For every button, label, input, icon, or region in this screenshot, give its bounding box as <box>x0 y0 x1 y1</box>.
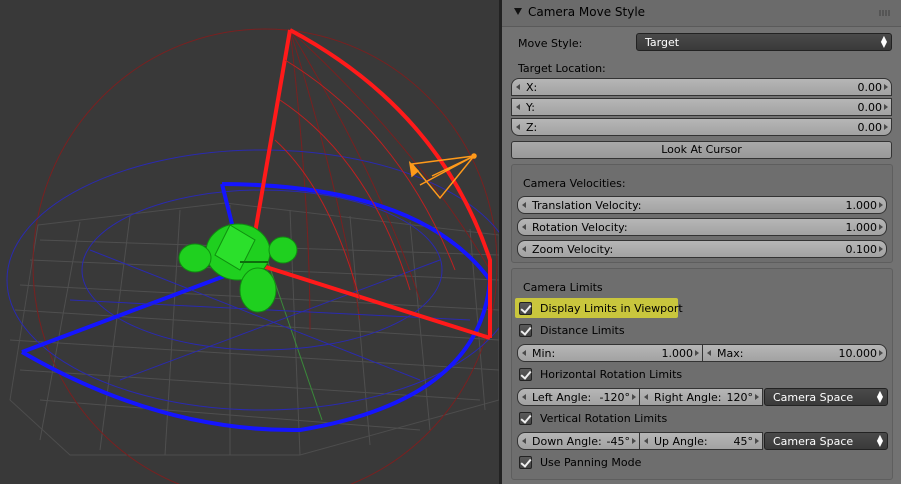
target-z-field[interactable]: Z: 0.00 <box>511 118 892 136</box>
decrement-arrow-icon[interactable] <box>522 224 526 230</box>
decrement-arrow-icon[interactable] <box>516 104 520 110</box>
drag-grip-icon[interactable] <box>879 10 891 16</box>
right-angle-label: Right Angle: <box>654 391 722 404</box>
updown-arrows-icon: ▲ ▼ <box>876 389 883 404</box>
panning-mode-label: Use Panning Mode <box>540 456 642 469</box>
target-x-field[interactable]: X: 0.00 <box>511 78 892 96</box>
velocities-heading: Camera Velocities: <box>523 177 626 190</box>
vertical-space-value: Camera Space <box>773 435 854 448</box>
move-style-value: Target <box>645 36 680 49</box>
vertical-limits-checkbox[interactable] <box>519 412 532 425</box>
up-angle-label: Up Angle: <box>654 435 708 448</box>
horizontal-space-dropdown[interactable]: Camera Space ▲ ▼ <box>764 388 888 406</box>
vertical-space-dropdown[interactable]: Camera Space ▲ ▼ <box>764 432 888 450</box>
look-at-cursor-button[interactable]: Look At Cursor <box>511 141 892 159</box>
collapse-triangle-icon[interactable] <box>514 8 522 15</box>
increment-arrow-icon[interactable] <box>879 224 883 230</box>
decrement-arrow-icon[interactable] <box>522 246 526 252</box>
rotation-velocity-field[interactable]: Rotation Velocity: 1.000 <box>517 218 887 236</box>
increment-arrow-icon[interactable] <box>632 438 636 444</box>
left-angle-value: -120° <box>599 391 630 404</box>
vertical-limit-gizmo <box>247 28 492 340</box>
increment-arrow-icon[interactable] <box>884 104 888 110</box>
translation-velocity-value: 1.000 <box>845 199 878 212</box>
min-value: 1.000 <box>661 347 694 360</box>
decrement-arrow-icon[interactable] <box>522 350 526 356</box>
zoom-velocity-value: 0.100 <box>845 243 878 256</box>
viewport-scene <box>6 28 499 484</box>
panel-title: Camera Move Style <box>528 5 646 19</box>
distance-limits-label: Distance Limits <box>540 324 625 337</box>
distance-limits-checkbox[interactable] <box>519 324 532 337</box>
limits-heading: Camera Limits <box>523 281 603 294</box>
decrement-arrow-icon[interactable] <box>644 438 648 444</box>
camera-object <box>408 153 477 200</box>
decrement-arrow-icon[interactable] <box>516 124 520 130</box>
y-label: Y: <box>526 101 535 114</box>
increment-arrow-icon[interactable] <box>632 394 636 400</box>
target-location-label: Target Location: <box>518 62 606 75</box>
properties-panel: Camera Move Style Move Style: Target ▲ ▼ … <box>502 0 901 484</box>
vertical-limits-label: Vertical Rotation Limits <box>540 412 668 425</box>
down-angle-field[interactable]: Down Angle: -45° <box>517 432 640 450</box>
3d-viewport[interactable] <box>0 0 499 484</box>
updown-arrows-icon: ▲ ▼ <box>876 433 883 448</box>
max-label: Max: <box>717 347 744 360</box>
decrement-arrow-icon[interactable] <box>522 438 526 444</box>
increment-arrow-icon[interactable] <box>884 124 888 130</box>
max-value: 10.000 <box>838 347 878 360</box>
display-limits-checkbox[interactable] <box>519 302 532 315</box>
decrement-arrow-icon[interactable] <box>522 202 526 208</box>
updown-arrows-icon: ▲ ▼ <box>880 34 887 49</box>
z-label: Z: <box>526 121 538 134</box>
increment-arrow-icon[interactable] <box>879 350 883 356</box>
min-distance-field[interactable]: Min: 1.000 <box>517 344 703 362</box>
horizontal-limits-checkbox[interactable] <box>519 368 532 381</box>
move-style-label: Move Style: <box>518 37 583 50</box>
move-style-dropdown[interactable]: Target ▲ ▼ <box>636 33 892 51</box>
up-angle-field[interactable]: Up Angle: 45° <box>639 432 763 450</box>
max-distance-field[interactable]: Max: 10.000 <box>702 344 887 362</box>
z-value: 0.00 <box>857 121 883 134</box>
rotation-velocity-label: Rotation Velocity: <box>532 221 628 234</box>
up-angle-value: 45° <box>733 435 754 448</box>
increment-arrow-icon[interactable] <box>879 246 883 252</box>
down-angle-value: -45° <box>606 435 630 448</box>
rotation-velocity-value: 1.000 <box>845 221 878 234</box>
decrement-arrow-icon[interactable] <box>644 394 648 400</box>
translation-velocity-field[interactable]: Translation Velocity: 1.000 <box>517 196 887 214</box>
zoom-velocity-field[interactable]: Zoom Velocity: 0.100 <box>517 240 887 258</box>
left-angle-label: Left Angle: <box>532 391 592 404</box>
panning-mode-checkbox[interactable] <box>519 456 532 469</box>
decrement-arrow-icon[interactable] <box>516 84 520 90</box>
display-limits-label: Display Limits in Viewport <box>540 302 683 315</box>
y-value: 0.00 <box>857 101 883 114</box>
translation-velocity-label: Translation Velocity: <box>532 199 642 212</box>
increment-arrow-icon[interactable] <box>755 394 759 400</box>
left-angle-field[interactable]: Left Angle: -120° <box>517 388 640 406</box>
horizontal-space-value: Camera Space <box>773 391 854 404</box>
increment-arrow-icon[interactable] <box>755 438 759 444</box>
decrement-arrow-icon[interactable] <box>707 350 711 356</box>
x-value: 0.00 <box>857 81 883 94</box>
increment-arrow-icon[interactable] <box>879 202 883 208</box>
x-label: X: <box>526 81 538 94</box>
down-angle-label: Down Angle: <box>532 435 602 448</box>
right-angle-field[interactable]: Right Angle: 120° <box>639 388 763 406</box>
horizontal-limits-label: Horizontal Rotation Limits <box>540 368 683 381</box>
panel-header[interactable]: Camera Move Style <box>502 0 901 27</box>
min-label: Min: <box>532 347 556 360</box>
target-y-field[interactable]: Y: 0.00 <box>511 98 892 116</box>
increment-arrow-icon[interactable] <box>884 84 888 90</box>
right-angle-value: 120° <box>726 391 754 404</box>
increment-arrow-icon[interactable] <box>695 350 699 356</box>
zoom-velocity-label: Zoom Velocity: <box>532 243 614 256</box>
decrement-arrow-icon[interactable] <box>522 394 526 400</box>
